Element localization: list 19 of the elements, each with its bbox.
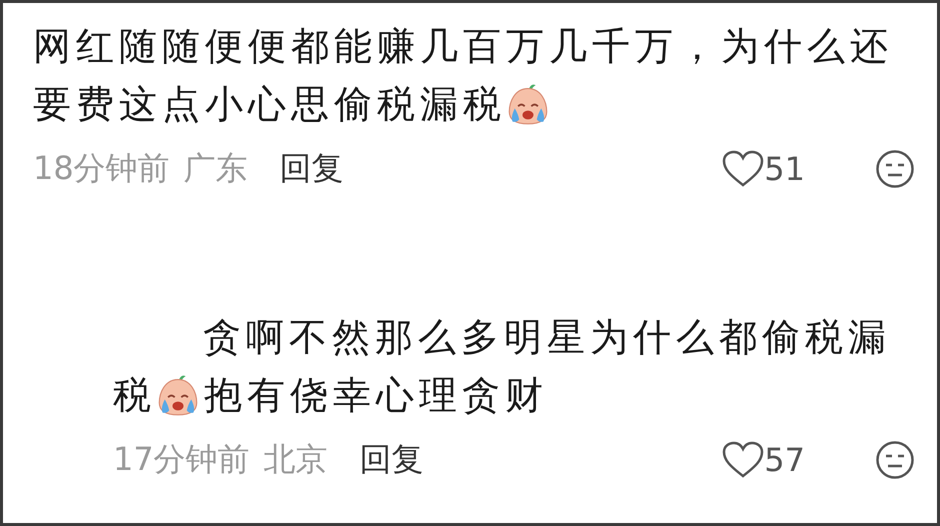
like-icon[interactable] [722, 150, 764, 188]
reply-button[interactable]: 回复 [280, 147, 344, 191]
comment-location: 广东 [184, 148, 248, 189]
dislike-face-icon[interactable] [875, 149, 915, 189]
like-icon[interactable] [722, 441, 764, 479]
comment-text: 要费这点小心思偷税漏税 [33, 81, 506, 128]
comment-text: 抱有侥幸心理贪财 [204, 372, 548, 419]
comment-text: 税 [113, 372, 156, 419]
comment-text: 贪啊不然那么多明星为什么都偷税漏 [203, 314, 891, 361]
crying-emoji-icon [156, 373, 200, 417]
dislike-face-icon[interactable] [875, 440, 915, 480]
comment-time: 17分钟前 [113, 439, 250, 480]
like-count: 51 [764, 150, 805, 188]
reply-button[interactable]: 回复 [360, 438, 424, 482]
like-count: 57 [764, 441, 805, 479]
comment-text: 网红随随便便都能赚几百万几千万，为什么还 [33, 23, 893, 70]
comment-location: 北京 [264, 439, 328, 480]
comment-time: 18分钟前 [33, 148, 170, 189]
crying-emoji-icon [506, 82, 550, 126]
